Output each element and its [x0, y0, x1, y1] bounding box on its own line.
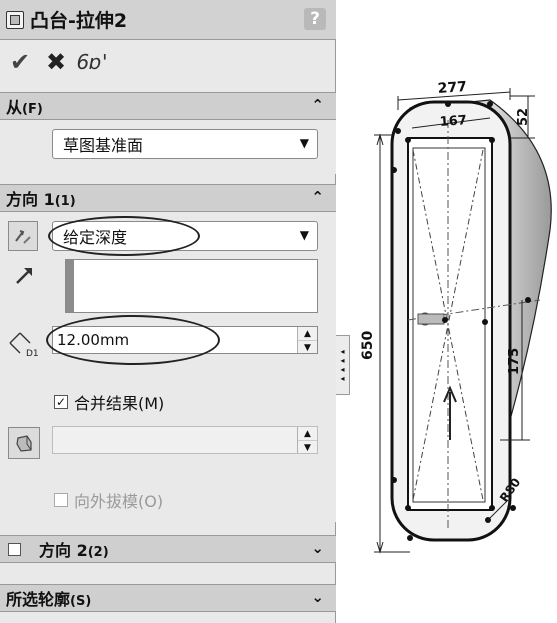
direction1-section-shortcut: (1) — [54, 194, 76, 209]
spin-down-icon[interactable]: ▼ — [298, 441, 317, 454]
depth-spinner[interactable]: ▲ ▼ — [297, 327, 317, 353]
dimension-inner-segment: 175 — [507, 348, 522, 375]
property-manager-panel: 凸台-拉伸2 ? ✔ ✖ 6ɒ' 从(F) ⌃ 草图基准面 ▼ 方向 1(1) … — [0, 0, 336, 623]
direction2-section-shortcut: (2) — [87, 545, 109, 560]
start-condition-select[interactable]: 草图基准面 ▼ — [52, 129, 318, 159]
draft-angle-spinner[interactable]: ▲ ▼ — [297, 427, 317, 453]
extrude-feature-icon — [6, 10, 24, 29]
start-condition-value: 草图基准面 — [63, 136, 144, 155]
depth-icon-label: D1 — [26, 349, 39, 359]
from-section-shortcut: (F) — [22, 102, 43, 117]
draft-toggle-icon[interactable] — [8, 427, 40, 459]
spin-up-icon[interactable]: ▲ — [298, 427, 317, 441]
expand-chevron-icon[interactable]: ⌄ — [311, 588, 324, 606]
from-section-header[interactable]: 从(F) ⌃ — [0, 92, 336, 120]
action-bar: ✔ ✖ 6ɒ' — [0, 41, 336, 83]
detailed-preview-button[interactable]: 6ɒ' — [76, 46, 108, 78]
cancel-button[interactable]: ✖ — [40, 46, 72, 78]
checkbox-checked-icon[interactable]: ✓ — [54, 395, 68, 409]
selection-color-swatch — [66, 260, 74, 312]
draft-outward-label: 向外拔模(O) — [74, 492, 164, 511]
direction1-section-header[interactable]: 方向 1(1) ⌃ — [0, 184, 336, 212]
dropdown-arrow-icon: ▼ — [299, 136, 309, 150]
direction-arrow-icon — [14, 264, 36, 290]
direction1-section-body: 给定深度 ▼ D1 12.00mm ▲ ▼ ✓ 合并结果(M) ▲ ▼ 向外拔模… — [0, 212, 336, 522]
draft-angle-input[interactable]: ▲ ▼ — [52, 426, 318, 454]
checkbox-icon[interactable] — [54, 493, 68, 507]
feature-title: 凸台-拉伸2 — [30, 10, 128, 32]
from-section-title: 从 — [6, 98, 23, 117]
ok-button[interactable]: ✔ — [4, 46, 36, 78]
origin-triad-icon — [417, 313, 445, 325]
merge-result-checkbox[interactable]: ✓ 合并结果(M) — [54, 390, 164, 414]
spin-up-icon[interactable]: ▲ — [298, 327, 317, 341]
from-section-body: 草图基准面 ▼ — [0, 120, 336, 174]
spin-down-icon[interactable]: ▼ — [298, 341, 317, 354]
merge-result-label: 合并结果(M) — [74, 394, 165, 413]
annotation-ellipse — [46, 315, 220, 365]
collapse-chevron-icon[interactable]: ⌃ — [311, 188, 324, 206]
panel-collapse-handle[interactable]: ◂ ◂ ◂ ◂ — [336, 335, 350, 395]
dimension-top-offset: 52 — [516, 108, 531, 126]
selected-contours-shortcut: (S) — [70, 594, 92, 609]
direction2-section-title: 方向 2 — [39, 541, 88, 560]
selected-contours-section-header[interactable]: 所选轮廓(S) ⌄ — [0, 584, 336, 612]
reverse-direction-icon[interactable] — [8, 221, 38, 251]
dropdown-arrow-icon: ▼ — [299, 228, 309, 242]
model-viewport[interactable]: 650 277 167 52 175 R80 — [350, 0, 557, 623]
expand-chevron-icon[interactable]: ⌄ — [311, 539, 324, 557]
collapse-chevron-icon[interactable]: ⌃ — [311, 96, 324, 114]
selected-contours-title: 所选轮廓 — [6, 590, 71, 609]
direction2-checkbox[interactable] — [8, 542, 21, 556]
draft-outward-checkbox[interactable]: 向外拔模(O) — [54, 488, 163, 512]
annotation-ellipse — [48, 216, 200, 256]
dimension-inner-width: 167 — [439, 113, 467, 130]
dimension-outer-width: 277 — [437, 79, 467, 97]
direction2-section-header[interactable]: 方向 2(2) ⌄ — [0, 535, 336, 563]
help-button[interactable]: ? — [304, 8, 326, 30]
dimension-overall-height: 650 — [360, 331, 376, 360]
direction-reference-field[interactable] — [65, 259, 318, 313]
direction1-section-title: 方向 1 — [6, 190, 55, 209]
property-manager-titlebar: 凸台-拉伸2 ? — [0, 0, 336, 40]
depth-dimension-icon: D1 — [6, 329, 44, 363]
